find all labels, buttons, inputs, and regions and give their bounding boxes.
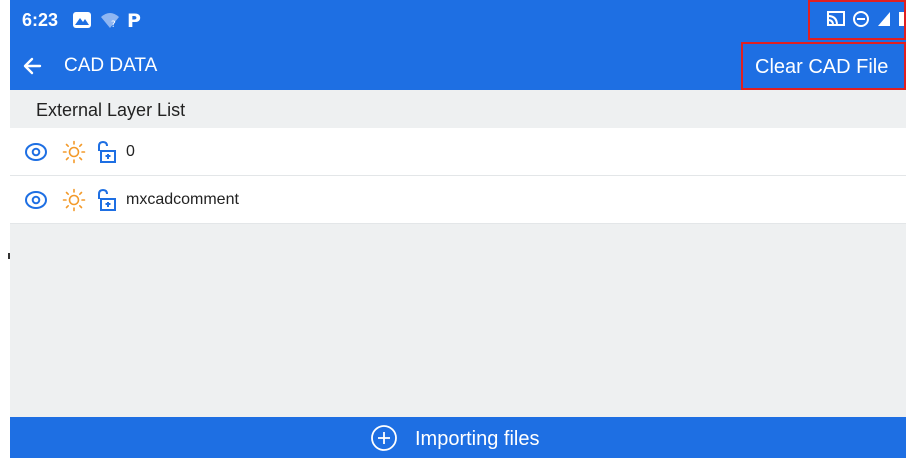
layer-row[interactable]: mxcadcomment <box>10 176 906 224</box>
layer-row[interactable]: 0 <box>10 128 906 176</box>
clear-cad-file-button[interactable]: Clear CAD File <box>755 56 888 79</box>
signal-icon <box>878 12 890 26</box>
list-header: External Layer List <box>10 90 906 128</box>
eye-icon[interactable] <box>24 140 48 164</box>
wifi-question-icon: ? <box>101 13 119 30</box>
parking-icon: P <box>127 10 141 30</box>
status-time: 6:23 <box>22 10 59 30</box>
list-header-label: External Layer List <box>36 100 186 120</box>
status-bar: 6:23 ? P <box>10 0 906 42</box>
app-bar: CAD DATA Clear CAD File <box>10 42 906 90</box>
app-screen: 6:23 ? P CAD DATA Clear CAD File Externa… <box>10 0 906 458</box>
svg-text:P: P <box>127 10 141 30</box>
import-files-label: Importing files <box>415 428 540 450</box>
import-files-button[interactable]: Importing files <box>10 417 906 458</box>
unlock-icon[interactable] <box>94 188 118 212</box>
battery-icon <box>899 12 906 26</box>
add-circle-icon <box>371 425 397 451</box>
page-title: CAD DATA <box>64 55 158 76</box>
eye-icon[interactable] <box>24 188 48 212</box>
photos-icon <box>73 12 91 28</box>
sun-icon[interactable] <box>62 188 86 212</box>
svg-text:?: ? <box>111 20 116 30</box>
unlock-icon[interactable] <box>94 140 118 164</box>
layer-name: 0 <box>126 143 135 160</box>
do-not-disturb-icon <box>853 11 869 27</box>
sun-icon[interactable] <box>62 140 86 164</box>
layer-name: mxcadcomment <box>126 191 239 208</box>
cast-icon <box>827 11 845 26</box>
back-arrow-icon[interactable] <box>18 52 48 80</box>
left-margin <box>0 0 10 458</box>
